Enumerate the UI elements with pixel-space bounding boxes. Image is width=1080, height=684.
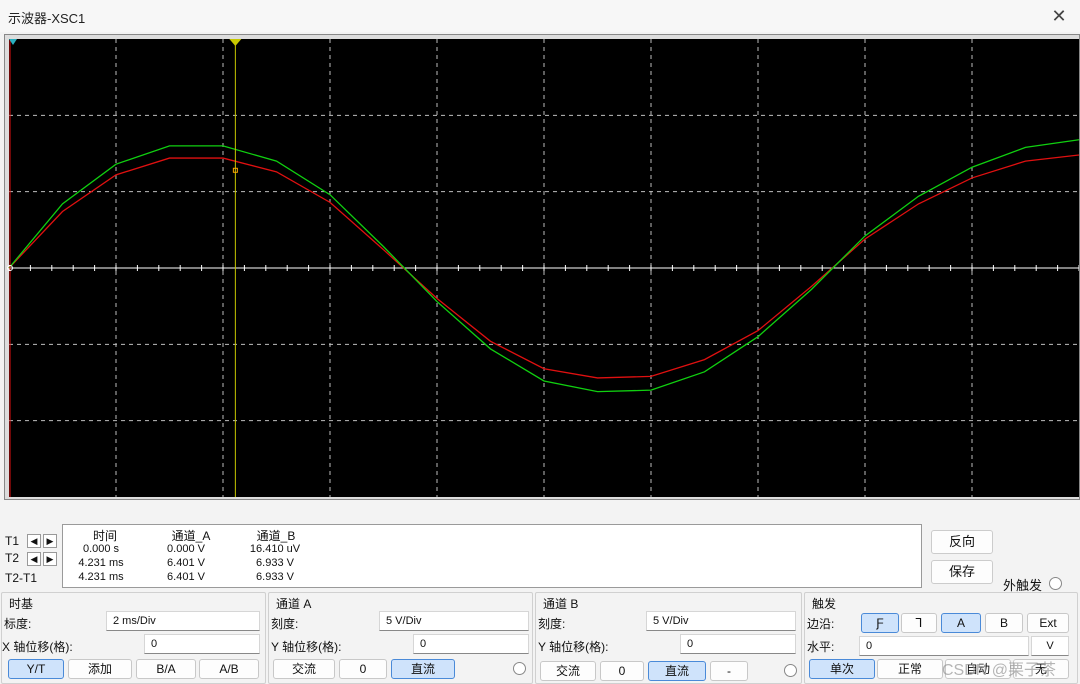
channel-a-ypos-field[interactable]: 0: [413, 634, 529, 654]
trigger-level-label: 水平:: [807, 640, 835, 654]
ab-mode-button[interactable]: A/B: [199, 659, 259, 679]
trigger-level-field[interactable]: 0: [859, 636, 1029, 656]
trigger-source-b-button[interactable]: B: [985, 613, 1023, 633]
t2-right-arrow-icon[interactable]: ▶: [43, 552, 57, 566]
channel-b-ypos-label: Y 轴位移(格):: [538, 640, 609, 654]
trigger-source-a-button[interactable]: A: [941, 613, 981, 633]
readout-cell: 16.410 uV: [249, 543, 301, 555]
rising-edge-icon[interactable]: Ƒ: [861, 613, 899, 633]
window-title: 示波器-XSC1: [8, 11, 86, 26]
channel-a-dc-button[interactable]: 直流: [391, 659, 455, 679]
channel-b-dc-button[interactable]: 直流: [648, 661, 706, 681]
timebase-scale-field[interactable]: 2 ms/Div: [106, 611, 260, 631]
oscilloscope-display: [7, 39, 1079, 497]
add-mode-button[interactable]: 添加: [68, 659, 132, 679]
yt-mode-button[interactable]: Y/T: [8, 659, 64, 679]
channel-a-scale-label: 刻度:: [271, 617, 299, 631]
channel-b-zero-button[interactable]: 0: [600, 661, 644, 681]
window-titlebar: 示波器-XSC1 ✕: [0, 0, 1080, 32]
channel-a-scale-field[interactable]: 5 V/Div: [379, 611, 529, 631]
x-position-field[interactable]: 0: [144, 634, 260, 654]
timebase-title: 时基: [7, 595, 36, 612]
channel-b-scale-label: 刻度:: [538, 617, 566, 631]
normal-trigger-button[interactable]: 正常: [877, 659, 943, 679]
falling-edge-icon[interactable]: Ꞁ: [901, 613, 937, 633]
channel-b-scale-field[interactable]: 5 V/Div: [646, 611, 796, 631]
readout-cell: 4.231 ms: [78, 571, 124, 583]
t2-label: T2: [5, 551, 20, 565]
channel-a-radio[interactable]: [513, 662, 526, 675]
readout-cell: 6.401 V: [167, 557, 205, 569]
channel-b-ypos-field[interactable]: 0: [680, 634, 796, 654]
x-position-label: X 轴位移(格):: [2, 640, 73, 654]
oscilloscope-screen[interactable]: [4, 34, 1080, 500]
timebase-panel: 时基 标度: 2 ms/Div X 轴位移(格): 0 Y/T 添加 B/A A…: [1, 592, 266, 684]
ext-trigger-radio[interactable]: [1049, 577, 1062, 590]
trigger-title: 触发: [810, 595, 839, 612]
readout-cell: 0.000 V: [167, 543, 205, 555]
t2-left-arrow-icon[interactable]: ◀: [27, 552, 41, 566]
close-icon[interactable]: ✕: [1048, 5, 1070, 27]
channel-a-ac-button[interactable]: 交流: [273, 659, 335, 679]
save-button[interactable]: 保存: [931, 560, 993, 584]
readout-cell: 6.933 V: [256, 571, 294, 583]
t1-right-arrow-icon[interactable]: ▶: [43, 534, 57, 548]
channel-a-ypos-label: Y 轴位移(格):: [271, 640, 342, 654]
readout-header-time: 时间: [92, 529, 117, 543]
channel-b-panel: 通道 B 刻度: 5 V/Div Y 轴位移(格): 0 交流 0 直流 -: [535, 592, 802, 684]
t1-left-arrow-icon[interactable]: ◀: [27, 534, 41, 548]
watermark: CSDN @栗子茶: [942, 662, 1057, 679]
readout-table: 时间 通道_A 通道_B 0.000 s 0.000 V 16.410 uV 4…: [62, 524, 922, 588]
reverse-button[interactable]: 反向: [931, 530, 993, 554]
single-trigger-button[interactable]: 单次: [809, 659, 875, 679]
trigger-source-ext-button[interactable]: Ext: [1027, 613, 1069, 633]
readout-header-channel-b: 通道_B: [256, 529, 296, 543]
trigger-level-unit[interactable]: V: [1031, 636, 1069, 656]
cursor-readout-area: T1 ◀ ▶ T2 ◀ ▶ T2-T1 时间 通道_A 通道_B 0.000 s…: [0, 522, 1080, 590]
readout-cell: 0.000 s: [82, 543, 120, 555]
channel-b-ac-button[interactable]: 交流: [540, 661, 596, 681]
channel-a-zero-button[interactable]: 0: [339, 659, 387, 679]
ba-mode-button[interactable]: B/A: [136, 659, 196, 679]
channel-b-invert-button[interactable]: -: [710, 661, 748, 681]
readout-cell: 6.933 V: [256, 557, 294, 569]
t1-label: T1: [5, 534, 20, 548]
channel-a-panel: 通道 A 刻度: 5 V/Div Y 轴位移(格): 0 交流 0 直流: [268, 592, 533, 684]
readout-cell: 4.231 ms: [78, 557, 124, 569]
channel-a-title: 通道 A: [274, 595, 314, 612]
readout-cell: 6.401 V: [167, 571, 205, 583]
trigger-edge-label: 边沿:: [807, 617, 835, 631]
timebase-scale-label: 标度:: [4, 617, 32, 631]
channel-b-radio[interactable]: [784, 664, 797, 677]
t2-t1-label: T2-T1: [5, 571, 38, 585]
channel-b-title: 通道 B: [541, 595, 581, 612]
readout-header-channel-a: 通道_A: [171, 529, 211, 543]
